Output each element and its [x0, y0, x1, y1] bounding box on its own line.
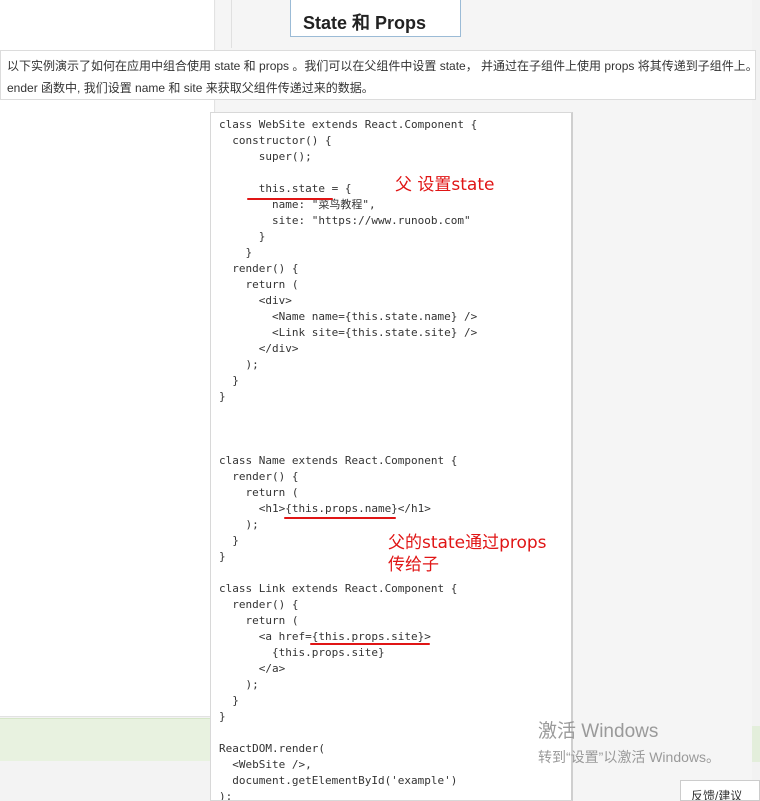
annotation-underline [310, 643, 430, 645]
divider [231, 0, 232, 48]
code-line: return ( [219, 614, 299, 627]
feedback-button[interactable]: 反馈/建议 [680, 780, 760, 801]
left-green-bar [0, 718, 218, 761]
code-line: } [219, 246, 253, 259]
code-line: } [219, 374, 239, 387]
code-line: constructor() { [219, 134, 332, 147]
code-line: site: "https://www.runoob.com" [219, 214, 471, 227]
code-line: } [219, 694, 239, 707]
code-line: } [219, 230, 266, 243]
code-line: ); [219, 790, 233, 801]
code-line: ); [219, 358, 259, 371]
left-content-area [0, 0, 215, 717]
code-line: return ( [219, 486, 299, 499]
code-line: } [219, 534, 239, 547]
code-line: <h1>{this.props.name}</h1> [219, 502, 431, 515]
code-line: ); [219, 678, 259, 691]
code-line: {this.props.site} [219, 646, 385, 659]
code-line: render() { [219, 262, 299, 275]
right-edge [752, 0, 760, 801]
section-title-box: State 和 Props [290, 0, 461, 37]
code-line: } [219, 550, 226, 563]
annotation-pass-line2: 传给子 [388, 555, 439, 575]
watermark-line-1: 激活 Windows [538, 721, 659, 742]
annotation-underline [247, 198, 333, 200]
code-line: <div> [219, 294, 292, 307]
code-line: <Link site={this.state.site} /> [219, 326, 478, 339]
code-line: return ( [219, 278, 299, 291]
code-line: <WebSite />, [219, 758, 312, 771]
right-green-bar [752, 726, 760, 762]
left-panel [0, 0, 218, 801]
intro-paragraph: 以下实例演示了如何在应用中组合使用 state 和 props 。我们可以在父组… [0, 50, 756, 100]
code-line: class WebSite extends React.Component { [219, 118, 478, 131]
code-line: ReactDOM.render( [219, 742, 325, 755]
page-title: State 和 Props [303, 13, 427, 33]
activation-watermark: 激活 Windows 转到“设置”以激活 Windows。 [538, 716, 720, 767]
intro-line-2: ender 函数中, 我们设置 name 和 site 来获取父组件传递过来的数… [7, 81, 374, 95]
code-line: render() { [219, 470, 299, 483]
code-line: super(); [219, 150, 312, 163]
intro-line-1: 以下实例演示了如何在应用中组合使用 state 和 props 。我们可以在父组… [7, 59, 756, 73]
code-line: document.getElementById('example') [219, 774, 458, 787]
code-line: class Name extends React.Component { [219, 454, 458, 467]
code-line: <Name name={this.state.name} /> [219, 310, 478, 323]
code-line: } [219, 710, 226, 723]
code-block: class WebSite extends React.Component { … [210, 112, 573, 801]
watermark-line-2: 转到“设置”以激活 Windows。 [538, 749, 721, 765]
code-line: ); [219, 518, 259, 531]
code-line: </a> [219, 662, 286, 675]
code-line: </div> [219, 342, 299, 355]
code-line: this.state = { [219, 182, 352, 195]
code-line: render() { [219, 598, 299, 611]
annotation-parent-state: 父 设置state [395, 175, 495, 195]
code-line: } [219, 390, 226, 403]
code-line: class Link extends React.Component { [219, 582, 458, 595]
annotation-underline [284, 517, 396, 519]
